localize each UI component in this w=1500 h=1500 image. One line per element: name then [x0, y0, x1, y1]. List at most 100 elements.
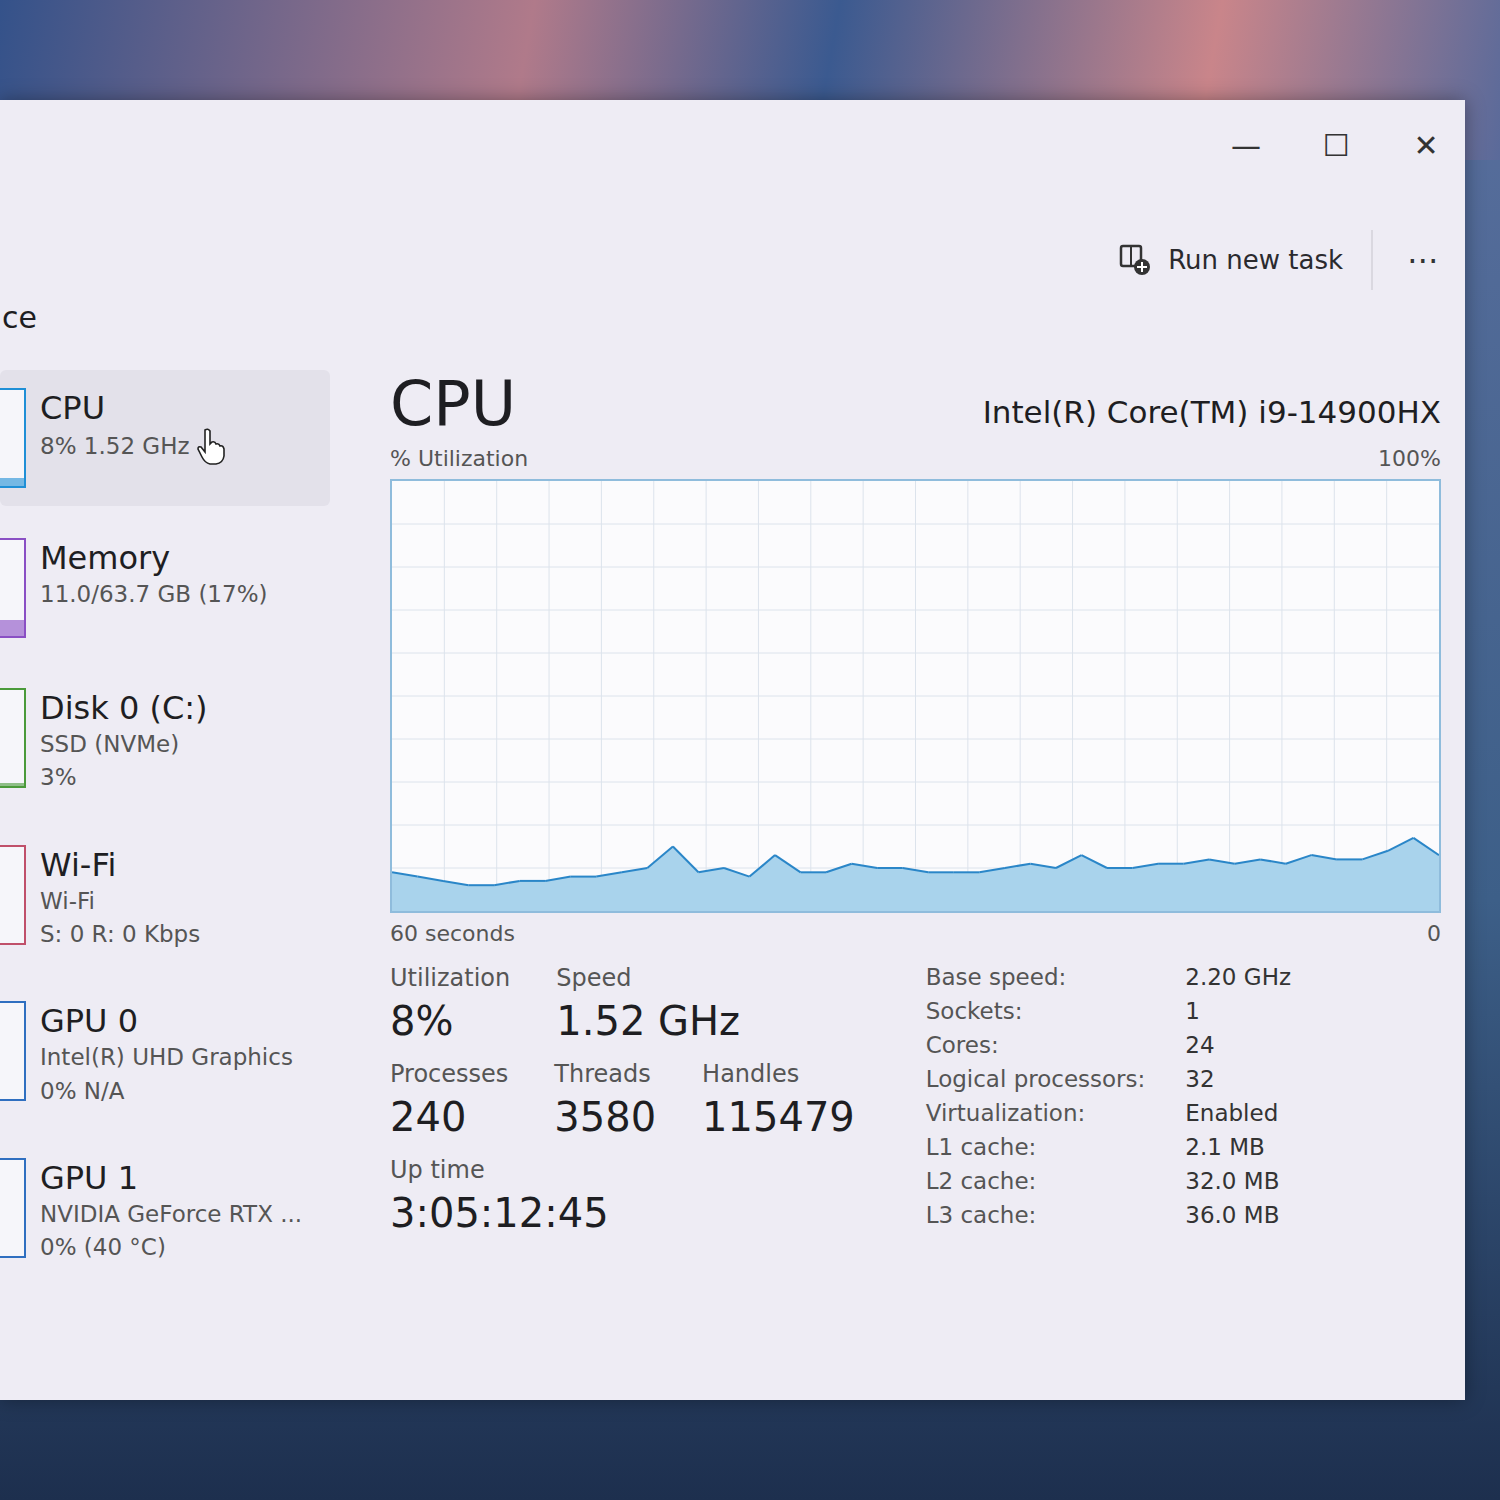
utilization-area	[392, 838, 1439, 911]
utilization-line	[571, 876, 597, 878]
utilization-line	[877, 867, 903, 869]
panel-title: CPU	[390, 370, 516, 438]
utilization-line	[1388, 838, 1414, 851]
run-new-task-button[interactable]: Run new task	[1118, 243, 1343, 277]
sidebar-item-title: Disk 0 (C:)	[40, 688, 208, 728]
utilization-line	[469, 884, 495, 886]
sidebar-item[interactable]: GPU 1NVIDIA GeForce RTX ... 0% (40 °C)	[0, 1140, 330, 1283]
detail-label: Sockets:	[926, 998, 1146, 1024]
cpu-panel: CPU Intel(R) Core(TM) i9-14900HX % Utiliza…	[330, 350, 1465, 1400]
mini-graph	[0, 538, 26, 638]
sidebar-item[interactable]: CPU8% 1.52 GHz	[0, 370, 330, 506]
window-control-button[interactable]: ✕	[1411, 128, 1441, 163]
desktop: —☐✕Run new task⋯ceCPU8% 1.52 GHz Memory1…	[0, 0, 1500, 1500]
utilization-line	[418, 877, 444, 881]
sidebar-item-title: GPU 1	[40, 1158, 302, 1198]
utilization-line	[1209, 860, 1235, 864]
cpu-model: Intel(R) Core(TM) i9-14900HX	[983, 394, 1441, 438]
utilization-line	[1413, 838, 1439, 855]
utilization-line	[1133, 864, 1159, 868]
sidebar-item-detail: 11.0/63.7 GB (17%)	[40, 578, 267, 611]
y-axis-label: % Utilization	[390, 446, 528, 471]
utilization-line	[1158, 863, 1184, 865]
toolbar-separator	[1371, 230, 1373, 290]
sidebar-item-title: Memory	[40, 538, 267, 578]
hand-cursor-icon	[196, 428, 226, 466]
utilization-line	[494, 881, 520, 885]
mini-graph	[0, 1158, 26, 1258]
utilization-line	[826, 864, 852, 873]
mini-graph	[0, 688, 26, 788]
utilization-line	[698, 868, 724, 872]
utilization-line	[392, 872, 418, 876]
window-control-button[interactable]: —	[1231, 128, 1261, 163]
task-manager-window: —☐✕Run new task⋯ceCPU8% 1.52 GHz Memory1…	[0, 100, 1465, 1400]
details-table: Base speed: 2.20 GHz Sockets: 1 Cores: 24 Logi…	[926, 964, 1441, 1236]
detail-value: 36.0 MB	[1185, 1202, 1291, 1228]
utilization-line	[724, 868, 750, 877]
utilization-line	[596, 872, 622, 876]
detail-value: 2.1 MB	[1185, 1134, 1291, 1160]
sidebar-item-detail: Intel(R) UHD Graphics	[40, 1041, 293, 1074]
stat: Speed1.52 GHz	[556, 964, 740, 1044]
utilization-line	[647, 847, 673, 869]
detail-label: L3 cache:	[926, 1202, 1146, 1228]
detail-value: 1	[1185, 998, 1291, 1024]
sidebar-item[interactable]: GPU 0Intel(R) UHD Graphics 0% N/A	[0, 983, 330, 1126]
utilization-line	[520, 880, 546, 882]
utilization-line	[928, 871, 954, 873]
detail-label: Base speed:	[926, 964, 1146, 990]
sidebar-item[interactable]: Memory11.0/63.7 GB (17%)	[0, 520, 330, 656]
mini-graph	[0, 388, 26, 488]
utilization-line	[1030, 864, 1056, 868]
detail-label: L1 cache:	[926, 1134, 1146, 1160]
detail-label: L2 cache:	[926, 1168, 1146, 1194]
mini-graph	[0, 1001, 26, 1101]
utilization-line	[545, 877, 571, 881]
utilization-line	[903, 868, 929, 872]
detail-label: Cores:	[926, 1032, 1146, 1058]
utilization-chart	[390, 479, 1441, 913]
stat: Handles115479	[702, 1060, 855, 1140]
utilization-line	[1184, 860, 1210, 864]
sidebar-item-title: GPU 0	[40, 1001, 293, 1041]
stat: Threads3580	[554, 1060, 656, 1140]
sidebar-item-detail: 3%	[40, 761, 208, 794]
detail-value: 2.20 GHz	[1185, 964, 1291, 990]
sidebar-item[interactable]: Wi-FiWi-Fi S: 0 R: 0 Kbps	[0, 827, 330, 970]
page-title: ce	[0, 300, 1465, 350]
sidebar-item-detail: Wi-Fi	[40, 885, 200, 918]
detail-value: 32	[1185, 1066, 1291, 1092]
utilization-line	[443, 881, 469, 885]
utilization-line	[1235, 860, 1261, 864]
stat: Processes240	[390, 1060, 508, 1140]
y-max-label: 100%	[1378, 446, 1441, 471]
sidebar-item[interactable]: Disk 0 (C:)SSD (NVMe) 3%	[0, 670, 330, 813]
utilization-line	[622, 868, 648, 872]
detail-label: Logical processors:	[926, 1066, 1146, 1092]
detail-value: Enabled	[1185, 1100, 1291, 1126]
title-bar: — ☐ ✕	[0, 100, 1465, 180]
run-task-icon	[1118, 243, 1152, 277]
utilization-line	[1362, 851, 1388, 860]
utilization-line	[1005, 864, 1031, 868]
sidebar-item-detail: SSD (NVMe)	[40, 728, 208, 761]
utilization-line	[1081, 855, 1107, 868]
utilization-line	[1260, 860, 1286, 864]
sidebar-item-detail: NVIDIA GeForce RTX ...	[40, 1198, 302, 1231]
utilization-line	[750, 855, 776, 877]
stat: Up time3:05:12:45	[390, 1156, 609, 1236]
utilization-line	[1286, 855, 1312, 864]
sidebar-item-title: Wi-Fi	[40, 845, 200, 885]
detail-value: 24	[1185, 1032, 1291, 1058]
utilization-line	[1311, 855, 1337, 859]
more-button[interactable]: ⋯	[1401, 241, 1445, 279]
sidebar: CPU8% 1.52 GHz Memory11.0/63.7 GB (17%) …	[0, 350, 330, 1400]
sidebar-item-title: CPU	[40, 388, 226, 428]
window-control-button[interactable]: ☐	[1321, 128, 1351, 163]
utilization-line	[673, 847, 699, 873]
utilization-line	[1337, 859, 1363, 861]
mini-graph	[0, 845, 26, 945]
utilization-line	[801, 871, 827, 873]
sidebar-item-detail: 8% 1.52 GHz	[40, 428, 226, 466]
